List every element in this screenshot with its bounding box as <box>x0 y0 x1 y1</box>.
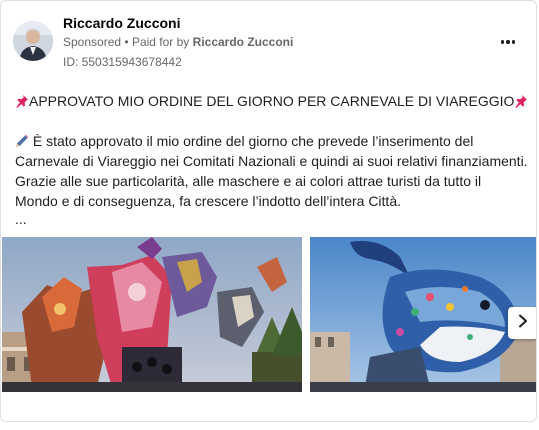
avatar[interactable] <box>13 21 53 61</box>
whale-float-photo[interactable] <box>310 237 536 392</box>
body-line: È stato approvato il mio ordine del gior… <box>15 131 531 151</box>
ad-id: ID: 550315943678442 <box>63 55 182 69</box>
body-line: Mondo e di conseguenza, fa crescere l’in… <box>15 193 401 209</box>
pushpin-icon <box>514 93 528 113</box>
headline-line: APPROVATO MIO ORDINE DEL GIORNO PER CARN… <box>15 91 531 111</box>
carnival-float-photo[interactable] <box>2 237 302 392</box>
more-options-icon <box>500 40 516 44</box>
sponsored-line: Sponsored • Paid for by Riccardo Zucconi <box>63 35 293 49</box>
ad-card: Riccardo Zucconi Sponsored • Paid for by… <box>0 0 537 422</box>
post-text: APPROVATO MIO ORDINE DEL GIORNO PER CARN… <box>15 91 531 211</box>
body-line: Carnevale di Viareggio nei Comitati Nazi… <box>15 153 528 169</box>
next-image-button[interactable] <box>508 307 536 339</box>
see-more-ellipsis[interactable]: ... <box>15 211 27 227</box>
separator-dot: • <box>124 35 129 49</box>
author-name[interactable]: Riccardo Zucconi <box>63 15 180 31</box>
pushpin-icon <box>15 93 29 113</box>
more-options-button[interactable] <box>493 31 523 53</box>
headline-text: APPROVATO MIO ORDINE DEL GIORNO PER CARN… <box>29 93 515 109</box>
sponsored-label: Sponsored <box>63 35 122 49</box>
paid-for-label: Paid for by <box>131 35 190 49</box>
paid-for-name: Riccardo Zucconi <box>192 35 294 49</box>
body-line: Grazie alle sue particolarità, alle masc… <box>15 173 482 189</box>
chevron-right-icon <box>517 314 529 333</box>
pen-icon <box>15 133 29 153</box>
